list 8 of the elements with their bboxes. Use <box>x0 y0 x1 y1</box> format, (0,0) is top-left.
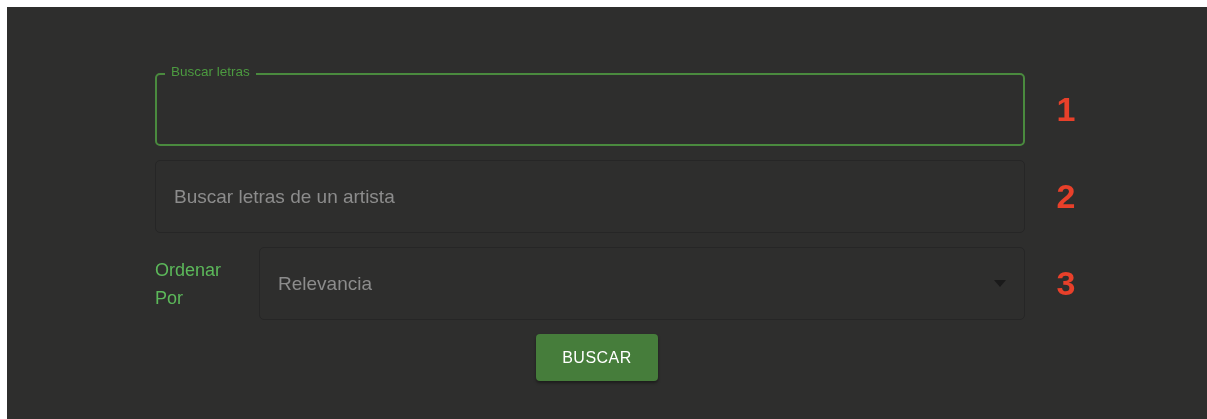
sort-select[interactable]: Relevancia <box>259 247 1025 320</box>
number-label: 1 <box>1055 90 1077 129</box>
search-field[interactable]: Buscar letras de un artista <box>155 160 1025 233</box>
field-label: Ordenar Por <box>155 258 223 310</box>
number-label: 2 <box>1055 177 1077 216</box>
search-button[interactable]: BUSCAR <box>536 334 658 381</box>
number-label: 3 <box>1055 264 1077 303</box>
field-label: Buscar letras <box>165 64 256 79</box>
